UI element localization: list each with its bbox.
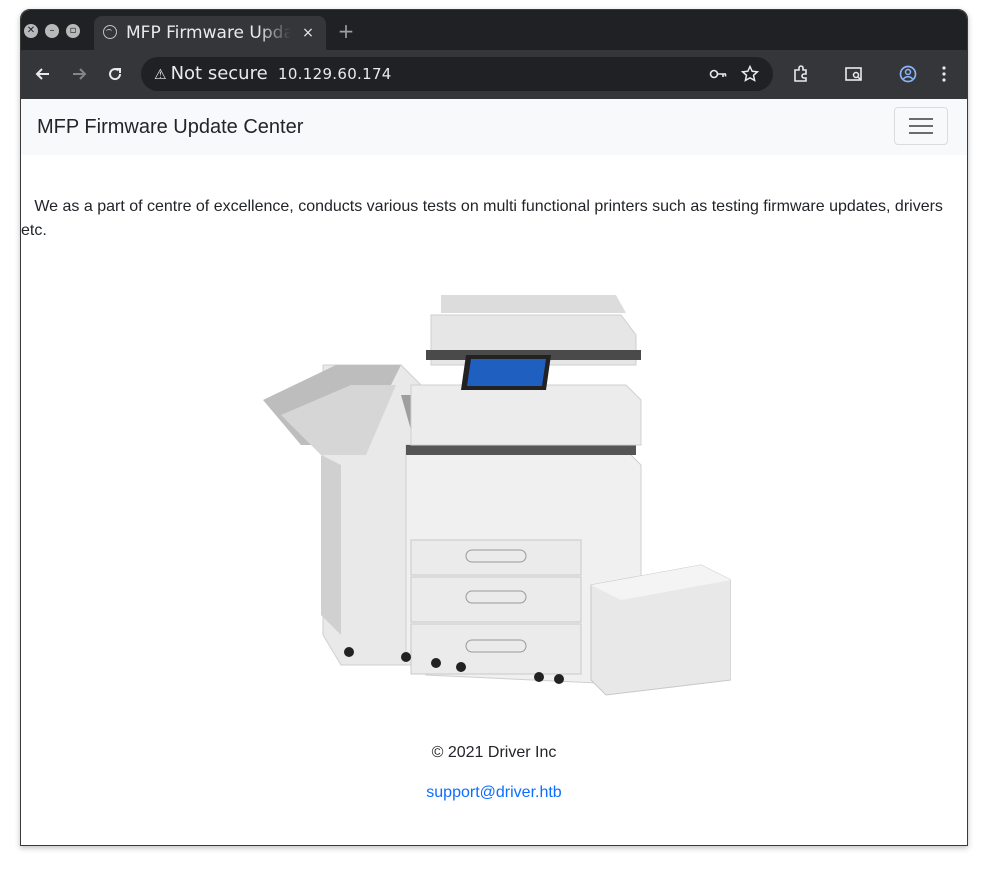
support-email-link[interactable]: support@driver.htb — [21, 784, 967, 802]
search-tabs-icon[interactable] — [844, 64, 864, 84]
reload-icon[interactable] — [105, 64, 125, 84]
close-window-icon[interactable]: ✕ — [24, 24, 38, 38]
tab-title: MFP Firmware Update Center — [126, 23, 291, 43]
active-tab[interactable]: MFP Firmware Update Center × — [94, 16, 326, 50]
copyright-text: © 2021 Driver Inc — [431, 744, 557, 761]
warning-icon: ⚠ — [154, 67, 167, 83]
security-label: Not secure — [170, 63, 268, 84]
globe-icon — [103, 25, 117, 39]
profile-icon[interactable] — [898, 64, 918, 84]
maximize-window-icon[interactable]: ▫ — [66, 24, 80, 38]
minimize-window-icon[interactable]: – — [45, 24, 59, 38]
navbar: MFP Firmware Update Center — [21, 99, 967, 155]
address-bar[interactable]: ⚠ Not secure 10.129.60.174 — [141, 57, 773, 91]
printer-image — [263, 295, 731, 696]
intro-paragraph: We as a part of centre of excellence, co… — [21, 198, 943, 239]
menu-kebab-icon[interactable] — [934, 64, 954, 84]
page-content: MFP Firmware Update Center We as a part … — [21, 99, 967, 845]
navbar-brand[interactable]: MFP Firmware Update Center — [37, 116, 303, 139]
extensions-icon[interactable] — [791, 64, 811, 84]
tab-strip: ✕ – ▫ MFP Firmware Update Center × + — [21, 10, 967, 50]
new-tab-button[interactable]: + — [335, 20, 357, 42]
url-text[interactable]: 10.129.60.174 — [278, 65, 392, 83]
browser-toolbar: ⚠ Not secure 10.129.60.174 — [21, 50, 967, 99]
back-arrow-icon[interactable] — [33, 64, 53, 84]
forward-arrow-icon[interactable] — [69, 64, 89, 84]
navbar-toggler-button[interactable] — [894, 107, 948, 145]
key-icon[interactable] — [708, 64, 728, 84]
security-chip[interactable]: ⚠ Not secure — [146, 60, 276, 88]
tab-close-icon[interactable]: × — [298, 23, 318, 43]
browser-window: ✕ – ▫ MFP Firmware Update Center × + ⚠No… — [20, 9, 968, 846]
star-icon[interactable] — [740, 64, 760, 84]
